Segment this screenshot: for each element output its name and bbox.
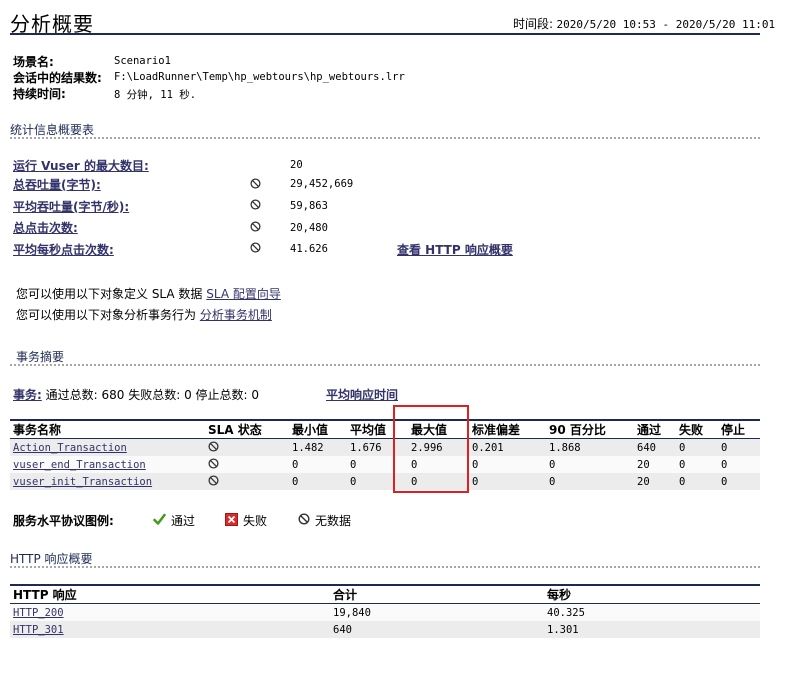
table-row: vuser_init_Transaction 0 0 0 0 0 20 0 0	[10, 473, 760, 490]
cell-stop: 0	[718, 456, 760, 473]
stat-max-vusers-value: 20	[290, 159, 303, 171]
http-response-table: HTTP 响应 合计 每秒 HTTP_200 19,840 40.325 HTT…	[10, 584, 760, 638]
table-row: vuser_end_Transaction 0 0 0 0 0 20 0 0	[10, 456, 760, 473]
cell-total: 640	[330, 621, 544, 638]
table-header-row: 事务名称 SLA 状态 最小值 平均值 最大值 标准偏差 90 百分比 通过 失…	[10, 419, 760, 439]
cell-std: 0	[469, 456, 546, 473]
cell-pass: 640	[634, 438, 676, 456]
http-section-title: HTTP 响应概要	[10, 552, 93, 566]
cell-p90: 0	[546, 456, 634, 473]
cell-std: 0.201	[469, 438, 546, 456]
legend-pass: 通过	[171, 514, 196, 528]
stat-avg-throughput-value: 59,863	[290, 200, 328, 212]
cell-pass: 20	[634, 473, 676, 490]
analyze-transaction-link[interactable]: 分析事务机制	[200, 308, 272, 322]
no-data-icon	[208, 474, 219, 486]
stat-total-throughput-value: 29,452,669	[290, 178, 354, 190]
table-row: Action_Transaction 1.482 1.676 2.996 0.2…	[10, 438, 760, 456]
analyze-info-text: 您可以使用以下对象分析事务行为	[16, 308, 197, 322]
fail-icon	[225, 513, 238, 526]
transaction-name-link[interactable]: vuser_init_Transaction	[13, 476, 152, 488]
stat-total-hits-link[interactable]: 总点击次数:	[13, 219, 78, 236]
cell-stop: 0	[718, 473, 760, 490]
stat-max-vusers-link[interactable]: 运行 Vuser 的最大数目:	[13, 157, 149, 174]
time-range-label: 时间段:	[513, 17, 554, 31]
time-range: 时间段: 2020/5/20 10:53 - 2020/5/20 11:01	[513, 15, 775, 32]
avg-response-time-link[interactable]: 平均响应时间	[326, 386, 398, 403]
col-p90: 90 百分比	[546, 419, 634, 439]
stat-total-throughput-link[interactable]: 总吞吐量(字节):	[13, 176, 101, 193]
no-data-icon	[298, 513, 310, 525]
max-column-highlight	[393, 405, 469, 493]
table-header-row: HTTP 响应 合计 每秒	[10, 584, 760, 604]
http-code-link[interactable]: HTTP_301	[13, 624, 64, 636]
stat-avg-hits-link[interactable]: 平均每秒点击次数:	[13, 241, 114, 258]
cell-p90: 0	[546, 473, 634, 490]
cell-min: 1.482	[289, 438, 347, 456]
transaction-name-link[interactable]: vuser_end_Transaction	[13, 459, 146, 471]
stat-avg-hits-value: 41.626	[290, 243, 328, 255]
check-icon	[153, 513, 166, 525]
results-value: F:\LoadRunner\Temp\hp_webtours\hp_webtou…	[114, 71, 405, 83]
cell-p90: 1.868	[546, 438, 634, 456]
duration-value: 8 分钟, 11 秒.	[114, 89, 197, 101]
col-transaction-name: 事务名称	[10, 419, 205, 439]
cell-fail: 0	[676, 456, 718, 473]
transaction-name-link[interactable]: Action_Transaction	[13, 442, 127, 454]
cell-min: 0	[289, 473, 347, 490]
col-min: 最小值	[289, 419, 347, 439]
duration-label: 持续时间:	[13, 87, 66, 101]
stat-total-hits-value: 20,480	[290, 222, 328, 234]
section-divider	[10, 137, 760, 139]
transactions-link[interactable]: 事务:	[13, 388, 42, 402]
legend-title: 服务水平协议图例:	[13, 514, 114, 528]
cell-stop: 0	[718, 438, 760, 456]
col-pass: 通过	[634, 419, 676, 439]
analyze-info-line: 您可以使用以下对象分析事务行为 分析事务机制	[16, 306, 272, 323]
cell-total: 19,840	[330, 603, 544, 621]
no-data-icon	[250, 178, 261, 189]
transactions-table: 事务名称 SLA 状态 最小值 平均值 最大值 标准偏差 90 百分比 通过 失…	[10, 419, 760, 490]
cell-min: 0	[289, 456, 347, 473]
no-data-icon	[250, 199, 261, 210]
http-summary-link[interactable]: 查看 HTTP 响应概要	[397, 241, 513, 258]
transactions-summary: 事务: 通过总数: 680 失败总数: 0 停止总数: 0	[13, 386, 259, 403]
section-divider	[10, 364, 760, 366]
col-total: 合计	[330, 584, 544, 604]
no-data-icon	[208, 457, 219, 469]
no-data-icon	[250, 242, 261, 253]
sla-info-text: 您可以使用以下对象定义 SLA 数据	[16, 287, 203, 301]
scenario-name-label: 场景名:	[13, 55, 54, 69]
time-range-value: 2020/5/20 10:53 - 2020/5/20 11:01	[556, 18, 776, 31]
legend-fail: 失败	[243, 514, 268, 528]
cell-fail: 0	[676, 473, 718, 490]
no-data-icon	[208, 440, 219, 452]
col-fail: 失败	[676, 419, 718, 439]
no-data-icon	[250, 221, 261, 232]
col-http-response: HTTP 响应	[10, 584, 330, 604]
http-code-link[interactable]: HTTP_200	[13, 607, 64, 619]
col-stop: 停止	[718, 419, 760, 439]
header-divider	[10, 33, 760, 35]
results-label: 会话中的结果数:	[13, 71, 102, 85]
section-divider	[10, 566, 760, 568]
transactions-summary-text: 通过总数: 680 失败总数: 0 停止总数: 0	[45, 388, 260, 402]
cell-fail: 0	[676, 438, 718, 456]
cell-per-second: 40.325	[544, 603, 760, 621]
cell-pass: 20	[634, 456, 676, 473]
table-row: HTTP_301 640 1.301	[10, 621, 760, 638]
col-std: 标准偏差	[469, 419, 546, 439]
legend-nodata: 无数据	[315, 514, 352, 528]
stat-avg-throughput-link[interactable]: 平均吞吐量(字节/秒):	[13, 198, 129, 215]
col-per-second: 每秒	[544, 584, 760, 604]
scenario-name-value: Scenario1	[114, 55, 171, 67]
transactions-section-title: 事务摘要	[16, 350, 65, 364]
sla-wizard-link[interactable]: SLA 配置向导	[206, 287, 281, 301]
sla-info-line: 您可以使用以下对象定义 SLA 数据 SLA 配置向导	[16, 285, 281, 302]
col-sla-status: SLA 状态	[205, 419, 289, 439]
cell-per-second: 1.301	[544, 621, 760, 638]
stats-section-title: 统计信息概要表	[10, 123, 95, 137]
cell-std: 0	[469, 473, 546, 490]
table-row: HTTP_200 19,840 40.325	[10, 603, 760, 621]
